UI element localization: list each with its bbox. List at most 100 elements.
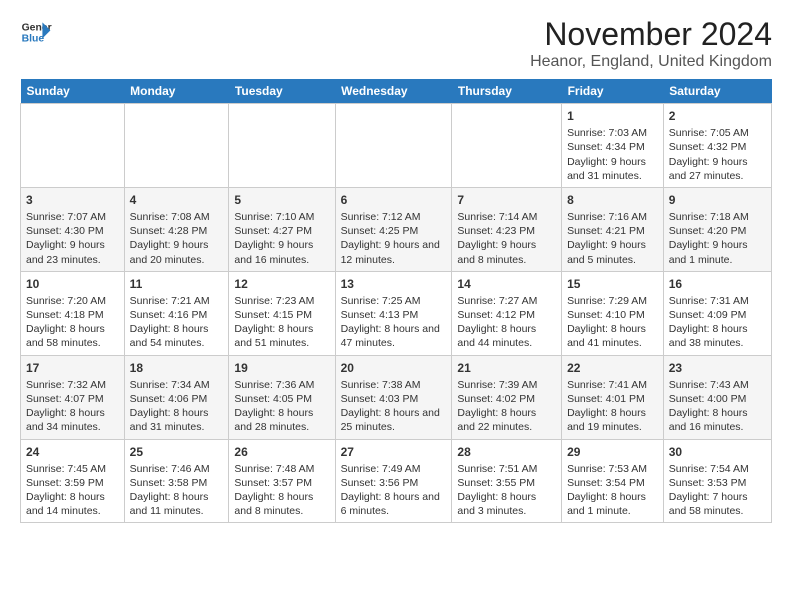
day-number: 12 bbox=[234, 276, 329, 292]
calendar-cell: 11Sunrise: 7:21 AM Sunset: 4:16 PM Dayli… bbox=[124, 271, 229, 355]
day-number: 29 bbox=[567, 444, 658, 460]
calendar-cell: 27 Sunrise: 7:49 AM Sunset: 3:56 PM Dayli… bbox=[335, 439, 452, 523]
calendar-week-row: 17Sunrise: 7:32 AM Sunset: 4:07 PM Dayli… bbox=[21, 355, 772, 439]
day-number: 24 bbox=[26, 444, 119, 460]
day-info: Sunrise: 7:23 AM Sunset: 4:15 PM Dayligh… bbox=[234, 294, 329, 351]
day-number: 17 bbox=[26, 360, 119, 376]
calendar-cell: 2 Sunrise: 7:05 AM Sunset: 4:32 PM Daylig… bbox=[663, 104, 771, 188]
calendar-cell: 17Sunrise: 7:32 AM Sunset: 4:07 PM Dayli… bbox=[21, 355, 125, 439]
day-number: 26 bbox=[234, 444, 329, 460]
day-info: Sunrise: 7:21 AM Sunset: 4:16 PM Dayligh… bbox=[130, 294, 224, 351]
day-number: 1 bbox=[567, 108, 658, 124]
weekday-header-row: SundayMondayTuesdayWednesdayThursdayFrid… bbox=[21, 79, 772, 104]
day-number: 30 bbox=[669, 444, 766, 460]
day-number: 13 bbox=[341, 276, 447, 292]
day-info: Sunrise: 7:03 AM Sunset: 4:34 PM Dayligh… bbox=[567, 126, 658, 183]
day-info: Sunrise: 7:49 AM Sunset: 3:56 PM Dayligh… bbox=[341, 462, 447, 519]
day-number: 8 bbox=[567, 192, 658, 208]
day-info: Sunrise: 7:48 AM Sunset: 3:57 PM Dayligh… bbox=[234, 462, 329, 519]
day-info: Sunrise: 7:39 AM Sunset: 4:02 PM Dayligh… bbox=[457, 378, 556, 435]
day-info: Sunrise: 7:29 AM Sunset: 4:10 PM Dayligh… bbox=[567, 294, 658, 351]
day-number: 22 bbox=[567, 360, 658, 376]
calendar-cell: 25 Sunrise: 7:46 AM Sunset: 3:58 PM Dayli… bbox=[124, 439, 229, 523]
page-subtitle: Heanor, England, United Kingdom bbox=[530, 53, 772, 71]
day-number: 23 bbox=[669, 360, 766, 376]
calendar-cell: 18 Sunrise: 7:34 AM Sunset: 4:06 PM Dayli… bbox=[124, 355, 229, 439]
calendar-cell: 13Sunrise: 7:25 AM Sunset: 4:13 PM Dayli… bbox=[335, 271, 452, 355]
calendar-cell: 12 Sunrise: 7:23 AM Sunset: 4:15 PM Dayli… bbox=[229, 271, 335, 355]
calendar-cell: 15 Sunrise: 7:29 AM Sunset: 4:10 PM Dayli… bbox=[562, 271, 664, 355]
weekday-header-thursday: Thursday bbox=[452, 79, 562, 104]
calendar-cell: 24 Sunrise: 7:45 AM Sunset: 3:59 PM Dayli… bbox=[21, 439, 125, 523]
day-info: Sunrise: 7:08 AM Sunset: 4:28 PM Dayligh… bbox=[130, 210, 224, 267]
day-number: 15 bbox=[567, 276, 658, 292]
calendar-cell: 20Sunrise: 7:38 AM Sunset: 4:03 PM Dayli… bbox=[335, 355, 452, 439]
calendar-week-row: 3 Sunrise: 7:07 AM Sunset: 4:30 PM Daylig… bbox=[21, 187, 772, 271]
day-info: Sunrise: 7:07 AM Sunset: 4:30 PM Dayligh… bbox=[26, 210, 119, 267]
calendar-cell: 14Sunrise: 7:27 AM Sunset: 4:12 PM Dayli… bbox=[452, 271, 562, 355]
day-number: 5 bbox=[234, 192, 329, 208]
calendar-cell: 30 Sunrise: 7:54 AM Sunset: 3:53 PM Dayli… bbox=[663, 439, 771, 523]
calendar-cell: 8 Sunrise: 7:16 AM Sunset: 4:21 PM Daylig… bbox=[562, 187, 664, 271]
header: General Blue November 2024 Heanor, Engla… bbox=[20, 16, 772, 71]
weekday-header-wednesday: Wednesday bbox=[335, 79, 452, 104]
calendar-cell: 3 Sunrise: 7:07 AM Sunset: 4:30 PM Daylig… bbox=[21, 187, 125, 271]
day-number: 20 bbox=[341, 360, 447, 376]
day-number: 27 bbox=[341, 444, 447, 460]
day-info: Sunrise: 7:20 AM Sunset: 4:18 PM Dayligh… bbox=[26, 294, 119, 351]
calendar-week-row: 1 Sunrise: 7:03 AM Sunset: 4:34 PM Daylig… bbox=[21, 104, 772, 188]
day-number: 16 bbox=[669, 276, 766, 292]
day-number: 7 bbox=[457, 192, 556, 208]
calendar-cell: 22 Sunrise: 7:41 AM Sunset: 4:01 PM Dayli… bbox=[562, 355, 664, 439]
day-info: Sunrise: 7:36 AM Sunset: 4:05 PM Dayligh… bbox=[234, 378, 329, 435]
weekday-header-monday: Monday bbox=[124, 79, 229, 104]
day-info: Sunrise: 7:45 AM Sunset: 3:59 PM Dayligh… bbox=[26, 462, 119, 519]
day-number: 6 bbox=[341, 192, 447, 208]
weekday-header-friday: Friday bbox=[562, 79, 664, 104]
calendar-week-row: 24 Sunrise: 7:45 AM Sunset: 3:59 PM Dayli… bbox=[21, 439, 772, 523]
day-number: 25 bbox=[130, 444, 224, 460]
calendar-cell: 19 Sunrise: 7:36 AM Sunset: 4:05 PM Dayli… bbox=[229, 355, 335, 439]
page-title: November 2024 bbox=[530, 16, 772, 53]
day-number: 2 bbox=[669, 108, 766, 124]
calendar-cell bbox=[21, 104, 125, 188]
weekday-header-sunday: Sunday bbox=[21, 79, 125, 104]
day-number: 21 bbox=[457, 360, 556, 376]
calendar-cell: 9 Sunrise: 7:18 AM Sunset: 4:20 PM Daylig… bbox=[663, 187, 771, 271]
day-info: Sunrise: 7:34 AM Sunset: 4:06 PM Dayligh… bbox=[130, 378, 224, 435]
day-number: 3 bbox=[26, 192, 119, 208]
calendar-cell: 28Sunrise: 7:51 AM Sunset: 3:55 PM Dayli… bbox=[452, 439, 562, 523]
day-number: 9 bbox=[669, 192, 766, 208]
calendar-table: SundayMondayTuesdayWednesdayThursdayFrid… bbox=[20, 79, 772, 523]
day-info: Sunrise: 7:54 AM Sunset: 3:53 PM Dayligh… bbox=[669, 462, 766, 519]
day-number: 19 bbox=[234, 360, 329, 376]
logo: General Blue bbox=[20, 16, 52, 48]
day-info: Sunrise: 7:53 AM Sunset: 3:54 PM Dayligh… bbox=[567, 462, 658, 519]
calendar-header: SundayMondayTuesdayWednesdayThursdayFrid… bbox=[21, 79, 772, 104]
calendar-cell: 5 Sunrise: 7:10 AM Sunset: 4:27 PM Daylig… bbox=[229, 187, 335, 271]
day-info: Sunrise: 7:10 AM Sunset: 4:27 PM Dayligh… bbox=[234, 210, 329, 267]
calendar-cell bbox=[229, 104, 335, 188]
calendar-cell: 29 Sunrise: 7:53 AM Sunset: 3:54 PM Dayli… bbox=[562, 439, 664, 523]
day-info: Sunrise: 7:41 AM Sunset: 4:01 PM Dayligh… bbox=[567, 378, 658, 435]
weekday-header-saturday: Saturday bbox=[663, 79, 771, 104]
day-info: Sunrise: 7:12 AM Sunset: 4:25 PM Dayligh… bbox=[341, 210, 447, 267]
calendar-cell: 23 Sunrise: 7:43 AM Sunset: 4:00 PM Dayli… bbox=[663, 355, 771, 439]
day-info: Sunrise: 7:05 AM Sunset: 4:32 PM Dayligh… bbox=[669, 126, 766, 183]
day-info: Sunrise: 7:16 AM Sunset: 4:21 PM Dayligh… bbox=[567, 210, 658, 267]
weekday-header-tuesday: Tuesday bbox=[229, 79, 335, 104]
svg-text:Blue: Blue bbox=[22, 34, 45, 45]
calendar-cell: 16Sunrise: 7:31 AM Sunset: 4:09 PM Dayli… bbox=[663, 271, 771, 355]
calendar-cell: 6 Sunrise: 7:12 AM Sunset: 4:25 PM Daylig… bbox=[335, 187, 452, 271]
calendar-cell: 26 Sunrise: 7:48 AM Sunset: 3:57 PM Dayli… bbox=[229, 439, 335, 523]
calendar-body: 1 Sunrise: 7:03 AM Sunset: 4:34 PM Daylig… bbox=[21, 104, 772, 523]
day-number: 18 bbox=[130, 360, 224, 376]
day-number: 28 bbox=[457, 444, 556, 460]
day-info: Sunrise: 7:18 AM Sunset: 4:20 PM Dayligh… bbox=[669, 210, 766, 267]
title-area: November 2024 Heanor, England, United Ki… bbox=[530, 16, 772, 71]
calendar-cell: 7Sunrise: 7:14 AM Sunset: 4:23 PM Daylig… bbox=[452, 187, 562, 271]
calendar-cell: 4Sunrise: 7:08 AM Sunset: 4:28 PM Daylig… bbox=[124, 187, 229, 271]
day-info: Sunrise: 7:43 AM Sunset: 4:00 PM Dayligh… bbox=[669, 378, 766, 435]
day-info: Sunrise: 7:46 AM Sunset: 3:58 PM Dayligh… bbox=[130, 462, 224, 519]
calendar-cell: 21 Sunrise: 7:39 AM Sunset: 4:02 PM Dayli… bbox=[452, 355, 562, 439]
